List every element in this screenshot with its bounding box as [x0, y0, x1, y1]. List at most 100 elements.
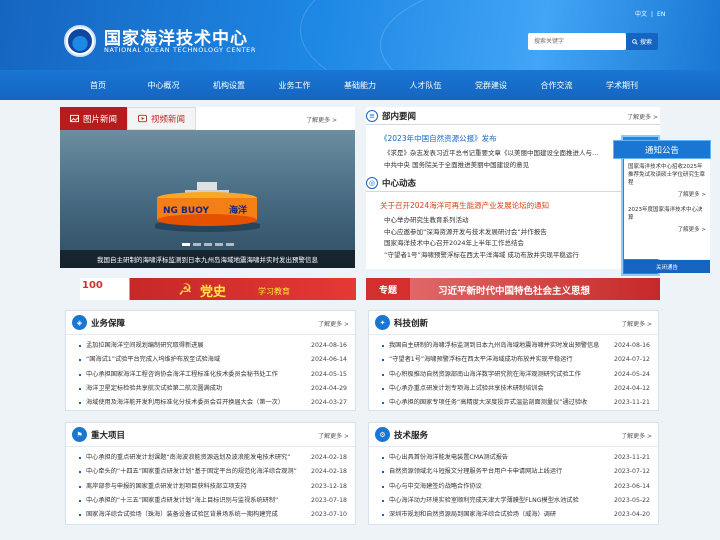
nav-item-capability[interactable]: 基础能力	[327, 70, 393, 100]
item-date: 2023-07-18	[311, 496, 347, 504]
list-item[interactable]: 中心举办研究生教育系列活动	[384, 215, 599, 227]
logo-icon[interactable]	[64, 25, 96, 57]
list-item[interactable]: 中心承担的重点研发计划课题“南海波浪能资源选划及波浪能发电技术研究” 2024-0…	[79, 451, 347, 465]
item-date: 2024-04-12	[614, 384, 650, 392]
business-title: 业务保障	[91, 318, 126, 329]
search-button[interactable]: 搜索	[626, 33, 658, 50]
center-news-title: 中心动态	[382, 178, 417, 189]
list-item[interactable]: “守望者1号”海啸预警浮标在西太平洋海域成功布放并实现平稳运行 2024-07-1…	[382, 353, 650, 367]
business-list: 孟加拉国海洋空间规划编制研究取得新进展 2024-08-16 “国海试1”试验平台…	[66, 335, 355, 410]
nav-item-party[interactable]: 党群建设	[458, 70, 524, 100]
services-more[interactable]: 了解更多 >	[621, 431, 652, 440]
slider-dot[interactable]	[181, 243, 190, 246]
business-header: ◈ 业务保障 了解更多 >	[66, 311, 355, 335]
list-item[interactable]: 中心海洋动力环境实验室顺利完成天津大学薄膜型FLNG模型水池试验 2023-05-…	[382, 494, 650, 508]
list-item[interactable]: 自然资源领域北斗短报文分理服务平台用户卡申请网站上线运行 2023-07-12	[382, 465, 650, 479]
department-news-more[interactable]: 了解更多 >	[627, 112, 658, 121]
projects-title: 重大项目	[91, 430, 126, 441]
innovation-title: 科技创新	[394, 318, 429, 329]
notice-item[interactable]: 2023年度国家海洋技术中心决算	[628, 206, 706, 222]
list-item[interactable]: 国家海洋技术中心召开2024年上半年工作总结会	[384, 238, 599, 250]
nav-item-home[interactable]: 首页	[65, 70, 131, 100]
list-item[interactable]: “守望者1号”海啸预警浮标在西太平洋海域 成功布放并实现平稳运行	[384, 250, 599, 262]
list-item[interactable]: 中共中央 国务院关于全面推进美丽中国建设的意见	[384, 160, 599, 172]
slider-more-link[interactable]: 了解更多 >	[306, 115, 337, 124]
item-title: 中心承办重点研发计划专项海上试验共享技术研制培训会	[389, 384, 544, 392]
nav-item-business[interactable]: 业务工作	[262, 70, 328, 100]
list-item[interactable]: 中心应邀参加“深海资源开发与技术发展研讨会”并作报告	[384, 227, 599, 239]
list-item[interactable]: 我国自主研制的海啸浮标监测到日本九州岛海域地震海啸并实时发出预警信息 2024-0…	[382, 339, 650, 353]
item-date: 2024-05-24	[614, 370, 650, 378]
list-item[interactable]: 海域使用及海洋能开发利用标准化分技术委员会召开换届大会（第一次） 2024-03-…	[79, 396, 347, 410]
item-date: 2024-05-15	[311, 370, 347, 378]
slider-dot[interactable]	[214, 243, 223, 246]
item-title: 自然资源领域北斗短报文分理服务平台用户卡申请网站上线运行	[389, 468, 563, 476]
item-title: 中心承担的“十三五”国家重点研发计划“海上目标识别与监视系统研制”	[86, 496, 279, 504]
list-item[interactable]: 中心出具首份海洋能发电装置CMA测试报告 2023-11-21	[382, 451, 650, 465]
tab-photo-news[interactable]: 图片新闻	[60, 107, 128, 130]
list-item[interactable]: 中心承担的国家专项任务“高精度大深度投弃式温盐剖面测量仪”通过验收 2023-11…	[382, 396, 650, 410]
party-history-banner[interactable]: 100 ☭ 党史 学习教育	[80, 278, 356, 300]
list-item[interactable]: 中心承担国家海洋工程咨询协会海洋工程标准化技术委员会秘书处工作 2024-05-1…	[79, 368, 347, 382]
list-item[interactable]: 中心与中交海建签约战略合作协议 2023-06-14	[382, 480, 650, 494]
notice-more-link[interactable]: 了解更多 >	[628, 190, 706, 198]
list-item[interactable]: 中心牵头的“十四五”国家重点研发计划“基于固定平台的规范化海洋综合观测” 2024…	[79, 465, 347, 479]
picture-icon	[70, 114, 79, 123]
nav-item-talent[interactable]: 人才队伍	[393, 70, 459, 100]
services-header: ⚙ 技术服务 了解更多 >	[369, 423, 658, 447]
site-header: 国家海洋技术中心 NATIONAL OCEAN TECHNOLOGY CENTE…	[0, 0, 720, 70]
center-headline[interactable]: 关于召开2024海洋可再生能源产业发展论坛的通知	[366, 192, 660, 215]
item-title: 国家海洋综合试验场（珠海）装备设备试验区背景场系统一期构建完成	[86, 511, 278, 519]
business-panel: ◈ 业务保障 了解更多 > 孟加拉国海洋空间规划编制研究取得新进展 2024-08…	[65, 310, 356, 411]
innovation-more[interactable]: 了解更多 >	[621, 319, 652, 328]
item-title: 海洋卫星定标检验共享航次试验第二航次圆满成功	[86, 384, 223, 392]
list-item[interactable]: 中心积极推动自然资源部南山海洋数字研究院在海洋观测研究试验工作 2024-05-2…	[382, 368, 650, 382]
business-more[interactable]: 了解更多 >	[318, 319, 349, 328]
list-item[interactable]: 深圳市规划和自然资源局到国家海洋综合试验场（威海）调研 2023-04-20	[382, 508, 650, 522]
slider-dots	[60, 243, 355, 246]
notice-more-link[interactable]: 了解更多 >	[628, 225, 706, 233]
wrench-icon: ⚙	[375, 427, 390, 442]
slider-photo[interactable]: NG BUOY 海洋 我国自主研制的海啸浮标监测到日本九州岛海域地震海啸并实时发…	[60, 130, 355, 268]
list-item[interactable]: 中心承担的“十三五”国家重点研发计划“海上目标识别与监视系统研制” 2023-07…	[79, 494, 347, 508]
list-item[interactable]: 海洋卫星定标检验共享航次试验第二航次圆满成功 2024-04-29	[79, 382, 347, 396]
innovation-list: 我国自主研制的海啸浮标监测到日本九州岛海域地震海啸并实时发出预警信息 2024-0…	[369, 335, 658, 410]
item-date: 2023-06-14	[614, 482, 650, 490]
department-news-header: ≡ 部内要闻 了解更多 >	[366, 107, 660, 125]
slider-dot[interactable]	[192, 243, 201, 246]
slider-caption[interactable]: 我国自主研制的海啸浮标监测到日本九州岛海域地震海啸并实时发出预警信息	[60, 250, 355, 268]
slider-dot[interactable]	[203, 243, 212, 246]
list-item[interactable]: 国家海洋综合试验场（珠海）装备设备试验区背景场系统一期构建完成 2023-07-1…	[79, 508, 347, 522]
item-title: 孟加拉国海洋空间规划编制研究取得新进展	[86, 342, 204, 349]
thought-banner[interactable]: 专题 习近平新时代中国特色社会主义思想	[366, 278, 660, 300]
projects-header: ⚑ 重大项目 了解更多 >	[66, 423, 355, 447]
slider-tabs: 图片新闻 视频新闻 了解更多 >	[60, 107, 355, 130]
notice-item[interactable]: 国家海洋技术中心招收2025年推荐免试攻读硕士学位研究生章程	[628, 163, 706, 187]
notice-close-button[interactable]: 关闭通告	[624, 260, 710, 273]
lang-cn-link[interactable]: 中文	[635, 11, 647, 18]
buoy-label: NG BUOY	[163, 206, 210, 216]
nav-item-organization[interactable]: 机构设置	[196, 70, 262, 100]
tab-video-news[interactable]: 视频新闻	[127, 107, 197, 130]
buoy-label-cn: 海洋	[229, 204, 247, 216]
item-title: 中心承担的国家专项任务“高精度大深度投弃式温盐剖面测量仪”通过验收	[389, 399, 588, 407]
center-news-header: ◎ 中心动态	[366, 174, 660, 192]
list-item[interactable]: “国海试1”试验平台完成入坞维护布放至试验海域 2024-06-14	[79, 353, 347, 367]
nav-item-journal[interactable]: 学术期刊	[589, 70, 655, 100]
lang-en-link[interactable]: EN	[657, 11, 665, 18]
nav-item-overview[interactable]: 中心概况	[131, 70, 197, 100]
projects-more[interactable]: 了解更多 >	[318, 431, 349, 440]
projects-panel: ⚑ 重大项目 了解更多 > 中心承担的重点研发计划课题“南海波浪能资源选划及波浪…	[65, 422, 356, 525]
list-item[interactable]: 《求是》杂志发表习近平总书记重要文章《以美丽中国建设全面推进人与自然和谐共生的现…	[384, 148, 599, 160]
list-item[interactable]: 孟加拉国海洋空间规划编制研究取得新进展 2024-08-16	[79, 339, 347, 353]
slider-dot[interactable]	[225, 243, 234, 246]
item-title: 中心积极推动自然资源部南山海洋数字研究院在海洋观测研究试验工作	[389, 370, 581, 378]
item-date: 2024-08-16	[311, 342, 347, 349]
list-item[interactable]: 中心承办重点研发计划专项海上试验共享技术研制培训会 2024-04-12	[382, 382, 650, 396]
item-date: 2023-07-12	[614, 468, 650, 476]
list-item[interactable]: 离岸部参与申报的国家重点研发计划项目获科技部立项支持 2023-12-18	[79, 480, 347, 494]
search-input[interactable]	[528, 33, 626, 50]
item-date: 2023-12-18	[311, 482, 347, 490]
banner-subtitle: 学习教育	[258, 287, 290, 296]
nav-item-cooperation[interactable]: 合作交流	[524, 70, 590, 100]
